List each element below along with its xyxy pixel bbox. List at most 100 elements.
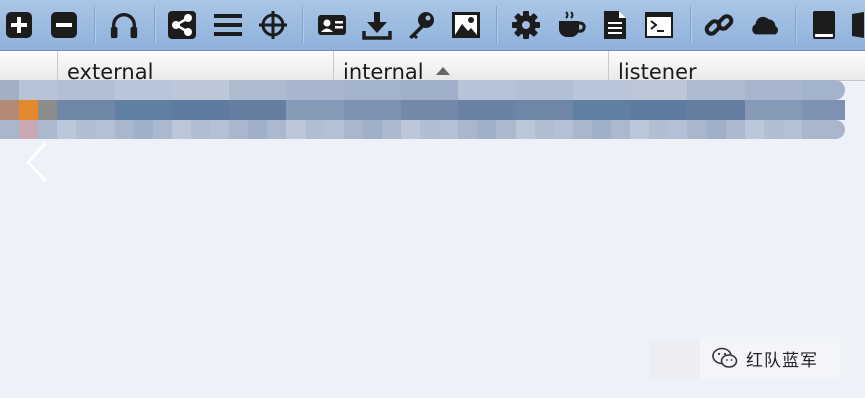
redaction-block (76, 120, 96, 139)
redaction-block (38, 100, 58, 120)
redaction-block (286, 120, 306, 139)
redaction-block (782, 120, 802, 139)
redaction-block (229, 100, 249, 120)
redaction-block (248, 80, 268, 100)
redaction-block (420, 120, 440, 139)
redaction-block (114, 100, 134, 120)
toolbar-overflow-icon[interactable] (848, 7, 865, 43)
redaction-block (477, 100, 497, 120)
redaction-block (229, 80, 249, 100)
toolbar-separator (795, 6, 797, 44)
crosshair-icon[interactable] (258, 7, 288, 43)
redaction-block (439, 100, 459, 120)
redaction-block (591, 120, 611, 139)
table-row-redacted[interactable] (0, 80, 845, 100)
list-icon[interactable] (213, 7, 243, 43)
minus-icon[interactable] (49, 7, 79, 43)
redaction-block (744, 120, 764, 139)
redaction-block (400, 80, 421, 100)
redaction-block (38, 80, 58, 100)
gear-icon[interactable] (511, 7, 541, 43)
redaction-block (572, 100, 592, 120)
redaction-block (687, 80, 707, 100)
column-header-label: external (67, 60, 154, 81)
watermark-fade (650, 340, 700, 380)
redaction-block (458, 120, 478, 139)
headphones-icon[interactable] (109, 7, 139, 43)
redaction-block (19, 80, 39, 100)
image-icon[interactable] (451, 7, 481, 43)
redaction-block (534, 120, 554, 139)
back-chevron-icon[interactable] (22, 140, 52, 184)
book-icon[interactable] (809, 7, 839, 43)
redaction-block (534, 80, 554, 100)
redaction-block (611, 120, 631, 139)
redaction-block (267, 80, 287, 100)
share-icon[interactable] (167, 7, 197, 43)
redaction-block (801, 80, 845, 100)
redaction-block (95, 100, 115, 120)
link-icon[interactable] (704, 7, 734, 43)
column-header-blank[interactable] (0, 51, 57, 80)
redaction-block (190, 120, 211, 139)
redaction-block (439, 120, 459, 139)
redaction-block (343, 120, 363, 139)
redaction-block (649, 100, 669, 120)
redaction-block (152, 120, 172, 139)
redaction-block (76, 100, 96, 120)
column-header-internal[interactable]: internal (333, 51, 608, 80)
redaction-block (38, 120, 58, 139)
redaction-block (572, 120, 592, 139)
coffee-cup-icon[interactable] (556, 7, 586, 43)
redaction-block (133, 100, 153, 120)
redaction-block (763, 80, 783, 100)
key-icon[interactable] (406, 7, 436, 43)
table-row-redacted[interactable] (0, 100, 845, 120)
redaction-block (725, 100, 745, 120)
redaction-block (133, 120, 153, 139)
redaction-block (133, 80, 153, 100)
terminal-icon[interactable] (644, 7, 674, 43)
redaction-block (400, 120, 421, 139)
redaction-block (706, 100, 726, 120)
watermark: 红队蓝军 (700, 337, 840, 379)
redaction-block (515, 120, 535, 139)
redaction-block (496, 100, 516, 120)
wechat-icon (712, 347, 738, 368)
redaction-block (782, 100, 802, 120)
redaction-block (458, 80, 478, 100)
redaction-block (553, 120, 573, 139)
plus-icon[interactable] (4, 7, 34, 43)
redaction-block (572, 80, 592, 100)
table-row-redacted[interactable] (0, 120, 845, 139)
column-header-external[interactable]: external (57, 51, 333, 81)
redaction-block (152, 80, 172, 100)
redaction-block (725, 80, 745, 100)
redaction-block (649, 80, 669, 100)
toolbar-separator (690, 6, 692, 44)
download-icon[interactable] (362, 7, 392, 43)
document-icon[interactable] (600, 7, 630, 43)
redaction-block (801, 120, 845, 139)
redaction-block (591, 100, 611, 120)
table-header: external internal listener (0, 51, 865, 81)
column-header-listener[interactable]: listener (608, 51, 865, 80)
redaction-block (668, 120, 688, 139)
redaction-block (171, 120, 191, 139)
redaction-block (324, 100, 344, 120)
redaction-block (324, 120, 344, 139)
redaction-block (190, 80, 211, 100)
redaction-block (362, 120, 382, 139)
redaction-block (763, 100, 783, 120)
redaction-block (57, 80, 77, 100)
redaction-block (305, 100, 325, 120)
redaction-block (687, 120, 707, 139)
cloud-icon[interactable] (750, 7, 780, 43)
redaction-block (95, 80, 115, 100)
id-card-icon[interactable] (317, 7, 347, 43)
redaction-block (76, 80, 96, 100)
redaction-block (553, 80, 573, 100)
redaction-block (362, 100, 382, 120)
redaction-block (267, 100, 287, 120)
toolbar-separator (154, 6, 156, 44)
